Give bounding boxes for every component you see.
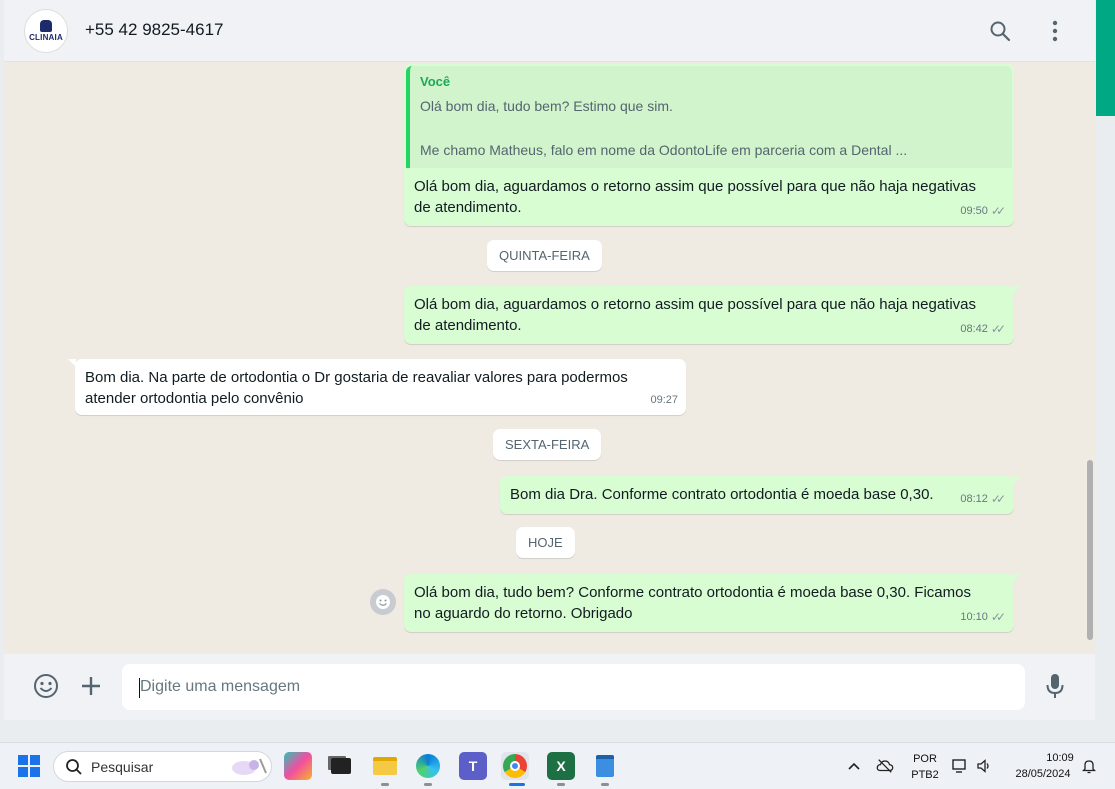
- date-divider: HOJE: [516, 527, 575, 558]
- kebab-menu-icon[interactable]: [1041, 17, 1069, 45]
- scrollbar-thumb[interactable]: [1087, 460, 1093, 640]
- react-emoji-icon[interactable]: [370, 589, 396, 615]
- message-line: de atendimento.: [414, 199, 522, 216]
- task-view-icon[interactable]: [327, 752, 355, 780]
- volume-icon[interactable]: [975, 757, 993, 775]
- app-indicator: [557, 783, 565, 786]
- avatar-logo-text: CLINAIA: [29, 33, 63, 42]
- message-time: 08:42: [960, 323, 988, 335]
- search-highlight-icon: [232, 758, 267, 775]
- app-indicator: [381, 783, 389, 786]
- notification-bell-icon[interactable]: [1080, 757, 1098, 775]
- message-line: Bom dia. Na parte de ortodontia o Dr gos…: [85, 369, 628, 386]
- teams-icon[interactable]: T: [459, 752, 487, 780]
- message-time: 10:10: [960, 611, 988, 623]
- edge-icon[interactable]: [414, 752, 442, 780]
- app-indicator: [601, 783, 609, 786]
- copilot-icon[interactable]: [284, 752, 312, 780]
- message-meta: 10:10 ✓✓: [960, 607, 1006, 628]
- message-time: 08:12: [960, 493, 988, 505]
- message-meta: 08:42 ✓✓: [960, 319, 1006, 340]
- emoji-icon[interactable]: [30, 670, 62, 702]
- chat-window: CLINAIA +55 42 9825-4617 09:50 ✓✓ Você Ol…: [4, 0, 1095, 720]
- chevron-up-icon[interactable]: [845, 757, 863, 775]
- app-indicator: [424, 783, 432, 786]
- date-divider: QUINTA-FEIRA: [487, 240, 602, 271]
- message-meta: 09:27: [650, 390, 678, 411]
- message-scrollbar[interactable]: [1085, 62, 1095, 654]
- message-bubble-outgoing[interactable]: Bom dia Dra. Conforme contrato ortodonti…: [500, 476, 1021, 514]
- clock-time[interactable]: 10:09: [1040, 752, 1080, 764]
- contact-avatar[interactable]: CLINAIA: [24, 9, 68, 53]
- windows-start-icon[interactable]: [18, 755, 40, 777]
- active-app-indicator: [509, 783, 525, 786]
- quoted-text-line-2: Me chamo Matheus, falo em nome da Odonto…: [420, 142, 908, 158]
- clock-date[interactable]: 28/05/2024: [1009, 768, 1077, 780]
- double-check-icon: ✓✓: [990, 322, 1006, 336]
- quoted-author: Você: [420, 74, 451, 89]
- message-bubble-incoming[interactable]: Bom dia. Na parte de ortodontia o Dr gos…: [68, 359, 686, 415]
- contact-name[interactable]: +55 42 9825-4617: [85, 20, 224, 40]
- message-bubble-outgoing[interactable]: Olá bom dia, tudo bem? Conforme contrato…: [404, 574, 1021, 632]
- double-check-icon: ✓✓: [990, 492, 1006, 506]
- excel-icon[interactable]: X: [547, 752, 575, 780]
- message-line: Olá bom dia, tudo bem? Conforme contrato…: [414, 584, 971, 601]
- file-explorer-icon[interactable]: [371, 752, 399, 780]
- message-line: Olá bom dia, aguardamos o retorno assim …: [414, 296, 977, 313]
- plus-icon[interactable]: [75, 670, 107, 702]
- search-label: Pesquisar: [91, 759, 154, 775]
- text-caret: [139, 678, 140, 698]
- window-edge: [1095, 116, 1115, 720]
- message-text: Olá bom dia, aguardamos o retorno assim …: [414, 176, 1004, 218]
- message-line: no aguardo do retorno. Obrigado: [414, 605, 633, 622]
- message-line: Bom dia Dra. Conforme contrato ortodonti…: [510, 486, 934, 503]
- keyboard-layout[interactable]: PTB2: [910, 769, 940, 781]
- cloud-offline-icon[interactable]: [876, 757, 894, 775]
- accent-strip: [1096, 0, 1115, 116]
- double-check-icon: ✓✓: [990, 610, 1006, 624]
- chrome-icon[interactable]: [501, 752, 529, 780]
- quoted-message[interactable]: Você Olá bom dia, tudo bem? Estimo que s…: [406, 66, 1012, 168]
- date-divider: SEXTA-FEIRA: [493, 429, 602, 460]
- message-line: Olá bom dia, aguardamos o retorno assim …: [414, 178, 977, 195]
- compose-bar: [4, 654, 1095, 720]
- chat-header: CLINAIA +55 42 9825-4617: [4, 0, 1095, 62]
- message-input[interactable]: [122, 664, 1025, 710]
- notepad-icon[interactable]: [591, 752, 619, 780]
- input-language[interactable]: POR: [912, 753, 938, 765]
- message-line: atender ortodontia pelo convênio: [85, 390, 304, 407]
- message-line: de atendimento.: [414, 317, 522, 334]
- message-meta: 08:12 ✓✓: [960, 489, 1006, 510]
- message-time: 09:27: [650, 394, 678, 406]
- search-icon: [66, 759, 82, 775]
- search-icon[interactable]: [986, 17, 1014, 45]
- quoted-text-line-1: Olá bom dia, tudo bem? Estimo que sim.: [420, 98, 673, 114]
- tooth-logo-icon: [40, 20, 52, 32]
- network-icon[interactable]: [952, 757, 970, 775]
- message-bubble-outgoing[interactable]: Olá bom dia, aguardamos o retorno assim …: [404, 286, 1021, 344]
- microphone-icon[interactable]: [1039, 670, 1071, 702]
- windows-taskbar: Pesquisar T X POR PTB2 10:09 28/05/2024: [0, 742, 1115, 789]
- screen: CLINAIA +55 42 9825-4617 09:50 ✓✓ Você Ol…: [0, 0, 1115, 789]
- taskbar-search[interactable]: Pesquisar: [53, 751, 272, 782]
- message-list[interactable]: 09:50 ✓✓ Você Olá bom dia, tudo bem? Esti…: [4, 62, 1095, 654]
